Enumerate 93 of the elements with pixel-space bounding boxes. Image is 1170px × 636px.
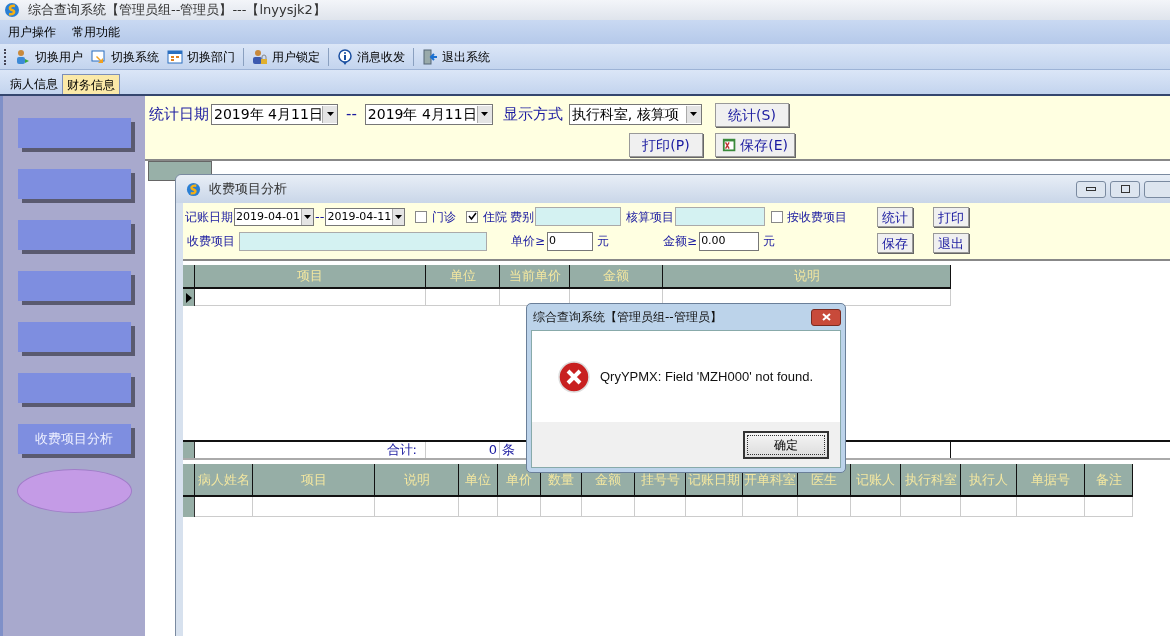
- child-window-title: 收费项目分析: [209, 180, 287, 199]
- field-label: 按收费项目: [787, 208, 848, 226]
- dropdown-arrow-icon: [303, 214, 311, 219]
- toolbar-button[interactable]: 切换系统: [87, 47, 163, 66]
- tab[interactable]: 病人信息: [6, 74, 62, 94]
- total-label: 合计:: [386, 441, 417, 460]
- date-picker[interactable]: 2019-04-11: [325, 207, 406, 226]
- table-cell: [961, 497, 1017, 517]
- toolbar-button[interactable]: 切换部门: [163, 47, 239, 66]
- row-indicator[interactable]: [183, 289, 195, 306]
- table-cell: [582, 497, 635, 517]
- minimize-button[interactable]: [1076, 180, 1106, 198]
- print-button[interactable]: 打印: [933, 207, 969, 227]
- stats-button[interactable]: 统计: [877, 207, 913, 227]
- display-mode-dropdown[interactable]: 执行科室, 核算项: [568, 103, 702, 125]
- table-cell: [686, 497, 743, 517]
- save-button[interactable]: 保存(E): [715, 133, 795, 157]
- field-label: 显示方式: [502, 104, 563, 125]
- table-cell: [635, 497, 686, 517]
- menu-item[interactable]: 用户操作: [8, 23, 56, 41]
- unit-text: 条: [502, 441, 515, 460]
- save-button[interactable]: 保存: [877, 233, 913, 253]
- field-label: 费别: [510, 208, 535, 226]
- spreadsheet-icon: [722, 137, 737, 153]
- tab[interactable]: 财务信息: [62, 74, 120, 94]
- table-cell: [498, 497, 541, 517]
- input-field[interactable]: [535, 207, 622, 227]
- row-pointer-icon: [185, 292, 192, 303]
- restore-button[interactable]: [1110, 180, 1140, 198]
- field-label: 收费项目: [187, 233, 235, 250]
- dropdown-arrow-icon: [481, 112, 489, 117]
- ok-button[interactable]: 确定: [743, 430, 829, 459]
- toolbar-button[interactable]: 退出系统: [418, 47, 494, 66]
- separator-text: --: [345, 104, 358, 125]
- menu-item[interactable]: 常用功能: [72, 23, 120, 41]
- date-picker[interactable]: 2019-04-01: [234, 207, 314, 226]
- calendar-icon: [167, 48, 183, 65]
- dropdown-arrow-icon: [690, 112, 698, 117]
- input-field[interactable]: 0: [547, 231, 594, 251]
- checkbox[interactable]: [415, 210, 428, 223]
- field-label: 记账日期: [185, 208, 233, 226]
- dialog-title: 综合查询系统【管理员组--管理员】: [533, 309, 722, 326]
- error-message: QryYPMX: Field 'MZH000' not found.: [600, 367, 814, 386]
- field-label: 核算项目: [626, 208, 675, 226]
- users-icon: [15, 48, 31, 65]
- table-cell: [1085, 497, 1133, 517]
- field-label: 元: [763, 233, 776, 250]
- table-cell: [195, 497, 253, 517]
- user-lock-icon: [252, 48, 268, 65]
- checkbox[interactable]: [466, 210, 479, 223]
- input-field[interactable]: 0.00: [699, 231, 760, 251]
- input-field[interactable]: [239, 231, 487, 251]
- checkbox[interactable]: [771, 210, 784, 223]
- stats-button[interactable]: 统计(S): [715, 103, 789, 127]
- row-indicator: [183, 442, 195, 458]
- table-cell: [743, 497, 798, 517]
- close-button[interactable]: [811, 308, 841, 326]
- row-indicator[interactable]: [183, 497, 195, 517]
- field-label: 元: [597, 233, 610, 250]
- app-logo-icon: [4, 2, 20, 18]
- separator-text: --: [315, 208, 325, 226]
- input-field[interactable]: [675, 207, 766, 227]
- info-icon: [337, 48, 353, 65]
- window-title: 综合查询系统【管理员组--管理员】---【lnyysjk2】: [28, 1, 326, 20]
- error-icon: [558, 360, 590, 393]
- date-picker[interactable]: 2019年 4月11日: [211, 103, 338, 125]
- field-label: 单价≥: [511, 233, 546, 250]
- field-label: 统计日期: [149, 104, 209, 125]
- exit-door-icon: [422, 48, 438, 65]
- table-cell: [1017, 497, 1085, 517]
- table-cell: [798, 497, 851, 517]
- field-label: 门诊: [432, 208, 457, 226]
- toolbar-button[interactable]: 切换用户: [11, 47, 87, 66]
- total-count: 0: [488, 441, 497, 460]
- header-corner: [183, 265, 195, 289]
- field-label: 金额≥: [663, 233, 698, 250]
- table-cell: [901, 497, 961, 517]
- toolbar-button[interactable]: 用户锁定: [248, 47, 324, 66]
- app-logo-icon: [186, 181, 201, 197]
- header-corner: [183, 464, 195, 497]
- table-cell: [851, 497, 901, 517]
- table-cell: [541, 497, 582, 517]
- dropdown-arrow-icon: [326, 112, 334, 117]
- window-arrow-icon: [91, 48, 107, 65]
- date-picker[interactable]: 2019年 4月11日: [364, 103, 493, 125]
- dropdown-arrow-icon: [395, 214, 403, 219]
- field-label: 住院: [483, 208, 508, 226]
- exit-button[interactable]: 退出: [933, 233, 969, 253]
- check-icon: [467, 212, 477, 222]
- close-icon: [821, 313, 831, 321]
- toolbar-button[interactable]: 消息收发: [333, 47, 409, 66]
- print-button[interactable]: 打印(P): [629, 133, 703, 157]
- table-cell: [459, 497, 498, 517]
